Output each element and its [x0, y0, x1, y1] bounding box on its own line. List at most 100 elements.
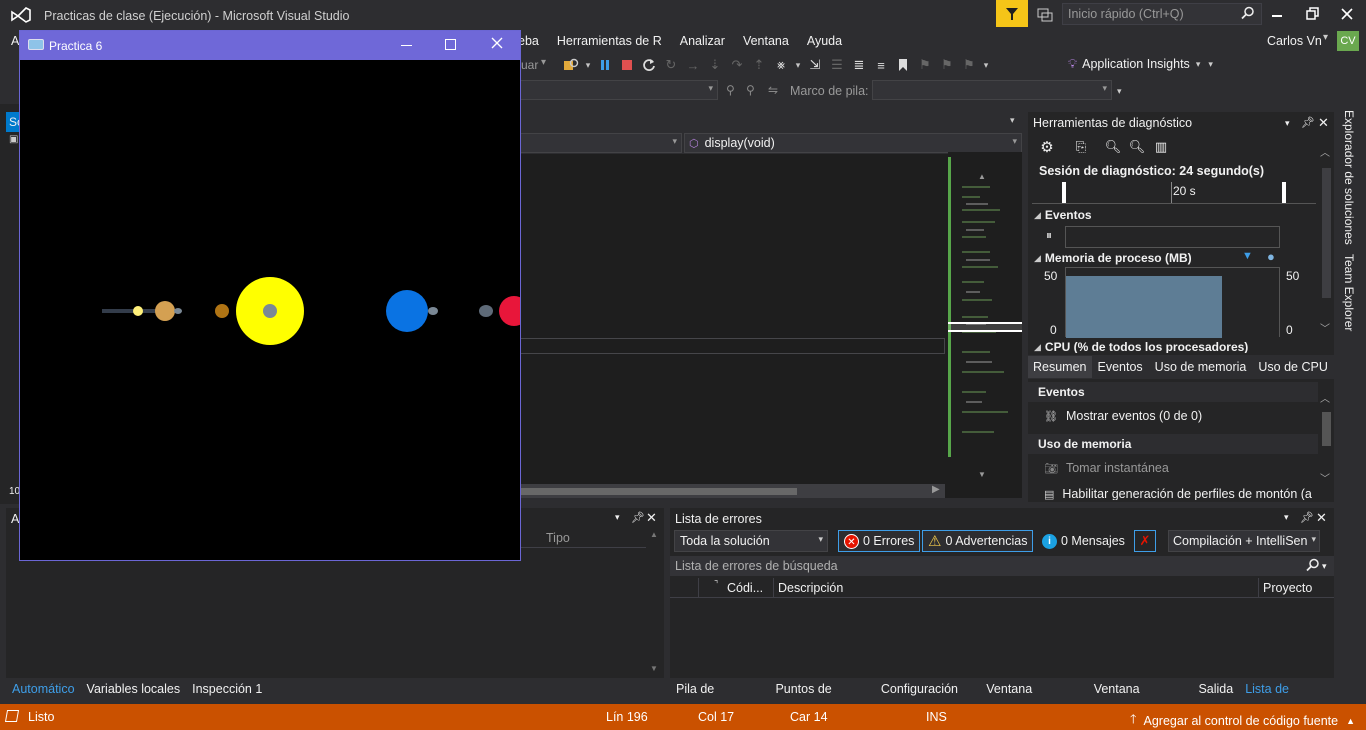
indent-icon[interactable]: ≡: [870, 54, 892, 76]
next-bookmark-icon[interactable]: ⚑: [936, 54, 958, 76]
step-out-icon[interactable]: ⇡: [748, 54, 770, 76]
left-partial-tab[interactable]: So: [6, 112, 24, 132]
errors-pin-icon[interactable]: 📌︎: [1300, 511, 1314, 524]
timeline-end-marker[interactable]: [1282, 182, 1286, 203]
quick-launch-input[interactable]: Inicio rápido (Ctrl+Q): [1062, 3, 1262, 25]
menu-item-r-tools[interactable]: Herramientas de R: [548, 30, 671, 52]
restore-button[interactable]: [1306, 7, 1322, 21]
reset-view-icon[interactable]: ▥: [1150, 136, 1172, 158]
minimap-down-icon[interactable]: ▼: [978, 470, 986, 479]
minimize-button[interactable]: [1272, 8, 1288, 22]
scope-dropdown[interactable]: ▾: [520, 133, 682, 153]
function-dropdown[interactable]: ⬡ display(void) ▾: [684, 133, 1022, 153]
menu-item-help[interactable]: Ayuda: [798, 30, 851, 52]
show-threads-icon[interactable]: ⇋: [768, 83, 778, 97]
minimap-up-icon[interactable]: ▲: [978, 172, 986, 181]
practica-title-bar[interactable]: Practica 6: [20, 31, 520, 60]
user-name[interactable]: Carlos Vn: [1267, 34, 1322, 48]
tab-summary[interactable]: Resumen: [1028, 356, 1092, 378]
warnings-filter-button[interactable]: ⚠ 0 Advertencias: [922, 530, 1034, 552]
column-type[interactable]: Tipo: [546, 531, 570, 545]
code-minimap[interactable]: ▲ ▼: [948, 152, 1022, 484]
timeline-start-marker[interactable]: [1062, 182, 1066, 203]
diag-scroll-thumb[interactable]: [1322, 168, 1331, 298]
app-insights-button[interactable]: 💡︎ Application Insights ▾ ▾: [1068, 56, 1213, 72]
sort-icon[interactable]: ⌝: [714, 579, 718, 590]
autos-menu-chevron-icon[interactable]: ▾: [615, 512, 620, 523]
prev-bookmark-icon[interactable]: ⚑: [914, 54, 936, 76]
source-control-button[interactable]: 🡑︎ Agregar al control de código fuente ▲: [1130, 710, 1355, 730]
app-maximize-button[interactable]: [445, 39, 456, 50]
scope-select[interactable]: Toda la solución ▾: [674, 530, 828, 552]
column-description[interactable]: Descripción: [778, 581, 843, 595]
tab-locals[interactable]: Variables locales: [81, 678, 187, 700]
outdent-icon[interactable]: ≣: [848, 54, 870, 76]
column-code[interactable]: Códi...: [727, 581, 763, 595]
export-icon[interactable]: ⎘: [1070, 136, 1092, 158]
error-search-input[interactable]: Lista de errores de búsqueda ▾: [670, 556, 1334, 576]
tab-command-window[interactable]: Ventana Coman...: [980, 678, 1087, 718]
events-pause-icon[interactable]: ⏸︎: [1046, 228, 1052, 243]
pause-icon[interactable]: [594, 54, 616, 76]
thread-filter-icon[interactable]: ⨳: [770, 54, 792, 76]
notification-flag-icon[interactable]: [996, 0, 1028, 27]
hot-reload-icon[interactable]: ↻: [660, 54, 682, 76]
continue-partial-label[interactable]: uar: [521, 58, 538, 72]
bookmark-icon[interactable]: [892, 54, 914, 76]
autos-pin-icon[interactable]: 📌︎: [631, 511, 645, 524]
tab-immediate-window[interactable]: Ventana Inmedi...: [1088, 678, 1193, 718]
minimap-viewport[interactable]: [948, 322, 1022, 332]
errors-close-icon[interactable]: ✕: [1316, 510, 1327, 526]
tab-autos[interactable]: Automático: [6, 678, 81, 700]
tab-cpu-usage[interactable]: Uso de CPU: [1252, 356, 1333, 378]
settings-gear-icon[interactable]: ⚙: [1036, 136, 1058, 158]
app-minimize-button[interactable]: [401, 45, 412, 46]
bookmark-chevron-icon[interactable]: ▾: [980, 54, 992, 76]
diag-lower-thumb[interactable]: [1322, 412, 1331, 446]
diag-scroll-up-icon[interactable]: ︿: [1320, 144, 1330, 159]
menu-item-window[interactable]: Ventana: [734, 30, 798, 52]
tab-events[interactable]: Eventos: [1092, 356, 1149, 378]
autos-scroll-down-icon[interactable]: ▼: [650, 664, 658, 673]
step-over-icon[interactable]: ↷: [726, 54, 748, 76]
autos-close-icon[interactable]: ✕: [646, 510, 657, 526]
tab-exception-settings[interactable]: Configuración d...: [875, 678, 980, 718]
zoom-in-icon[interactable]: 🔍︎: [1102, 136, 1124, 158]
tab-breakpoints[interactable]: Puntos de interr...: [769, 678, 874, 718]
memory-chart[interactable]: [1065, 267, 1280, 338]
zoom-out-icon[interactable]: 🔍︎: [1126, 136, 1148, 158]
team-explorer-tab[interactable]: Team Explorer: [1342, 254, 1356, 331]
tab-call-stack[interactable]: Pila de llamadas: [670, 678, 769, 718]
horizontal-scroll-thumb[interactable]: [520, 488, 797, 495]
find-icon[interactable]: [560, 54, 582, 76]
feedback-icon[interactable]: [1036, 6, 1054, 24]
user-chevron-icon[interactable]: ▾: [1323, 32, 1328, 43]
diag-close-icon[interactable]: ✕: [1318, 112, 1329, 134]
clear-bookmarks-icon[interactable]: ⚑: [958, 54, 980, 76]
stack-frame-dropdown[interactable]: ▾: [872, 80, 1112, 100]
timeline-ruler[interactable]: 20 s: [1032, 182, 1316, 204]
avatar[interactable]: CV: [1337, 31, 1359, 51]
tab-overflow-icon[interactable]: ▾: [1010, 115, 1015, 126]
clear-filter-button[interactable]: ✗: [1134, 530, 1156, 552]
tab-error-list[interactable]: Lista de errores: [1239, 678, 1334, 718]
horizontal-scrollbar[interactable]: ▶: [520, 484, 945, 498]
enable-heap-profiling[interactable]: ▤ Habilitar generación de perfiles de mo…: [1044, 488, 1318, 500]
solution-explorer-tab[interactable]: Explorador de soluciones: [1342, 110, 1356, 245]
practica-window[interactable]: Practica 6: [19, 30, 521, 561]
diag-upper-scrollbar[interactable]: ︿ ﹀: [1318, 142, 1334, 338]
scroll-right-icon[interactable]: ▶: [932, 484, 940, 495]
show-next-statement-icon[interactable]: →: [682, 54, 704, 76]
tab-memory-usage[interactable]: Uso de memoria: [1149, 356, 1253, 378]
memory-section-header[interactable]: ◢ Memoria de proceso (MB): [1034, 251, 1192, 265]
tab-output[interactable]: Salida: [1192, 678, 1239, 700]
close-button[interactable]: [1340, 7, 1354, 21]
autos-scroll-up-icon[interactable]: ▲: [650, 530, 658, 539]
diag-lower-scrollbar[interactable]: ︿ ﹀: [1318, 388, 1334, 488]
app-close-button[interactable]: [491, 37, 503, 52]
diag-lower-down-icon[interactable]: ﹀: [1320, 470, 1330, 485]
errors-menu-chevron-icon[interactable]: ▾: [1284, 512, 1289, 523]
cpu-section-header[interactable]: ◢ CPU (% de todos los procesadores): [1034, 341, 1248, 353]
thread-dropdown[interactable]: ▾: [520, 80, 718, 100]
diag-scroll-down-icon[interactable]: ﹀: [1320, 320, 1330, 335]
